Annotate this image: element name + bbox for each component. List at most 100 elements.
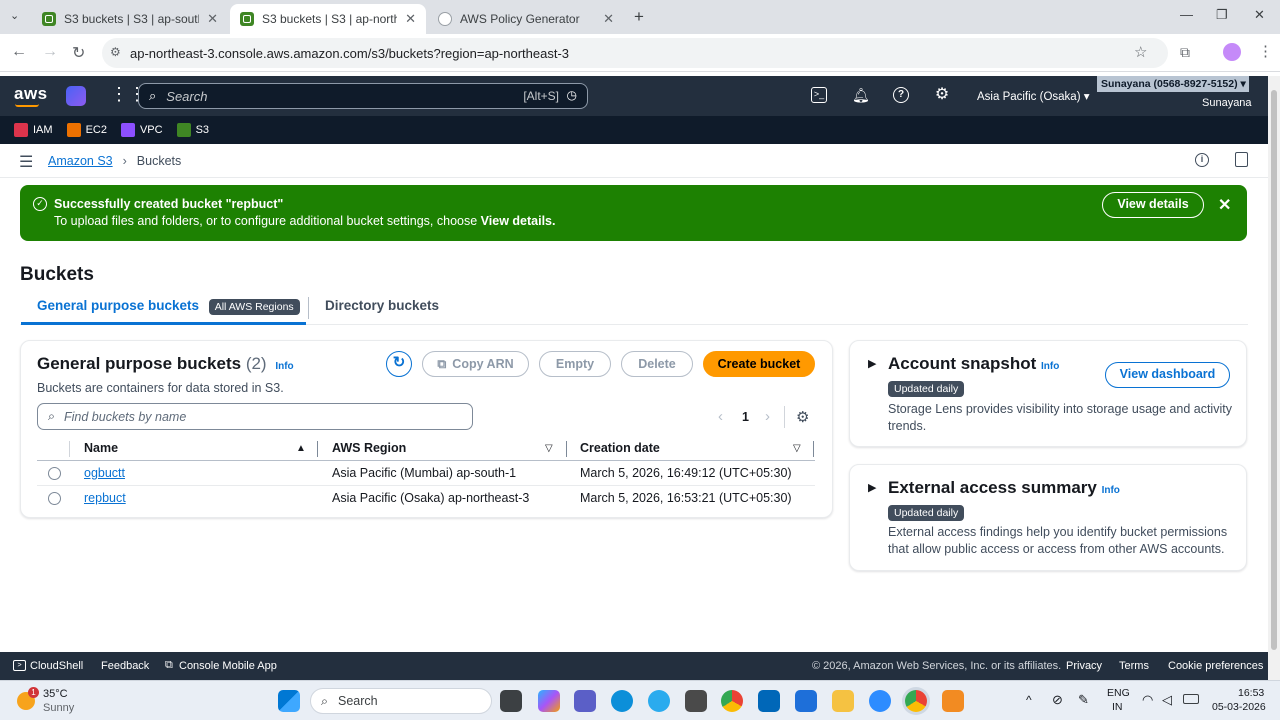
tray-chevron-icon[interactable]: ^ bbox=[1026, 693, 1032, 707]
wifi-icon[interactable]: ◠ bbox=[1142, 692, 1153, 708]
terms-link[interactable]: Terms bbox=[1119, 660, 1149, 672]
aws-logo[interactable]: aws bbox=[14, 84, 48, 104]
zoom-icon[interactable] bbox=[869, 690, 891, 712]
refresh-button[interactable]: ↻ bbox=[386, 351, 412, 377]
network-off-icon[interactable]: ⊘ bbox=[1052, 692, 1063, 708]
empty-button[interactable]: Empty bbox=[539, 351, 611, 377]
column-header-region[interactable]: AWS Region bbox=[332, 441, 406, 455]
hamburger-menu-icon[interactable]: ☰ bbox=[19, 152, 33, 172]
bookmark-star-icon[interactable]: ☆ bbox=[1134, 43, 1147, 61]
bucket-name-link[interactable]: repbuct bbox=[84, 491, 126, 505]
battery-icon[interactable] bbox=[1183, 694, 1199, 704]
maximize-icon[interactable]: ❐ bbox=[1216, 7, 1228, 23]
user-name[interactable]: Sunayana bbox=[1202, 97, 1252, 109]
side-panel-toggle-icon[interactable] bbox=[1235, 152, 1248, 167]
browser-tab-1[interactable]: S3 buckets | S3 | ap-south-1 ✕ bbox=[32, 4, 228, 34]
delete-button[interactable]: Delete bbox=[621, 351, 693, 377]
sort-icon[interactable]: ▽ bbox=[793, 443, 801, 454]
account-menu[interactable]: Sunayana (0568-8927-5152) ▾ bbox=[1097, 76, 1249, 92]
chrome-icon[interactable] bbox=[721, 690, 743, 712]
breadcrumb-amazon-s3[interactable]: Amazon S3 bbox=[48, 154, 113, 168]
url-field[interactable]: ⚙ ap-northeast-3.console.aws.amazon.com/… bbox=[102, 38, 1168, 68]
code-editor-icon[interactable] bbox=[795, 690, 817, 712]
dismiss-flash-close-icon[interactable]: ✕ bbox=[1218, 195, 1231, 215]
tab-directory-buckets[interactable]: Directory buckets bbox=[325, 298, 439, 313]
teams-icon[interactable] bbox=[574, 690, 596, 712]
forward-icon[interactable]: → bbox=[42, 43, 58, 61]
clock-time[interactable]: 16:53 bbox=[1238, 687, 1264, 699]
cloudshell-icon[interactable]: >_ bbox=[811, 87, 827, 103]
app-icon[interactable] bbox=[685, 690, 707, 712]
privacy-link[interactable]: Privacy bbox=[1066, 660, 1102, 672]
search-history-icon[interactable]: ◷ bbox=[567, 88, 577, 102]
favorite-vpc[interactable]: VPC bbox=[120, 123, 163, 137]
notifications-bell-icon[interactable]: 🔔︎ bbox=[852, 87, 870, 103]
favorite-ec2[interactable]: EC2 bbox=[66, 123, 107, 137]
table-row[interactable]: repbuct Asia Pacific (Osaka) ap-northeas… bbox=[37, 487, 815, 512]
sort-ascending-icon[interactable]: ▲ bbox=[296, 443, 306, 454]
row-select-radio[interactable] bbox=[48, 492, 61, 505]
info-link[interactable]: Info bbox=[1102, 485, 1120, 496]
notes-app-icon[interactable] bbox=[942, 690, 964, 712]
table-row[interactable]: ogbuctt Asia Pacific (Mumbai) ap-south-1… bbox=[37, 461, 815, 486]
row-select-radio[interactable] bbox=[48, 467, 61, 480]
page-scrollbar[interactable] bbox=[1268, 76, 1280, 680]
view-details-button[interactable]: View details bbox=[1102, 192, 1204, 218]
info-link[interactable]: Info bbox=[275, 361, 293, 372]
chrome-active-icon[interactable] bbox=[905, 690, 927, 712]
info-link[interactable]: Info bbox=[1041, 361, 1059, 372]
column-header-name[interactable]: Name bbox=[84, 441, 118, 455]
settings-gear-icon[interactable]: ⚙ bbox=[934, 87, 950, 103]
help-icon[interactable]: ? bbox=[893, 87, 909, 103]
sort-icon[interactable]: ▽ bbox=[545, 443, 553, 454]
amazon-q-icon[interactable] bbox=[66, 86, 86, 106]
file-explorer-icon[interactable] bbox=[832, 690, 854, 712]
tab-search-chevron-icon[interactable]: ⌄ bbox=[10, 9, 19, 22]
copilot-icon[interactable] bbox=[538, 690, 560, 712]
region-selector[interactable]: Asia Pacific (Osaka) ▾ bbox=[977, 89, 1090, 103]
feedback-link[interactable]: Feedback bbox=[101, 660, 149, 672]
cookie-preferences-link[interactable]: Cookie preferences bbox=[1168, 660, 1263, 672]
expand-caret-icon[interactable]: ▶ bbox=[868, 357, 876, 370]
telegram-icon[interactable] bbox=[648, 690, 670, 712]
bucket-name-link[interactable]: ogbuctt bbox=[84, 466, 125, 480]
reload-icon[interactable]: ↻ bbox=[72, 43, 85, 63]
new-tab-icon[interactable]: + bbox=[634, 7, 644, 27]
close-tab-icon[interactable]: ✕ bbox=[603, 11, 614, 27]
close-tab-icon[interactable]: ✕ bbox=[405, 11, 416, 27]
pen-icon[interactable]: ✎ bbox=[1078, 692, 1089, 708]
volume-icon[interactable]: ◁ bbox=[1162, 692, 1172, 708]
browser-menu-icon[interactable]: ⋮ bbox=[1258, 42, 1273, 60]
windows-start-icon[interactable] bbox=[278, 690, 300, 712]
taskbar-search[interactable]: ⌕ Search bbox=[310, 688, 492, 714]
view-dashboard-button[interactable]: View dashboard bbox=[1105, 362, 1230, 388]
column-header-creation-date[interactable]: Creation date bbox=[580, 441, 660, 455]
browser-tab-2-active[interactable]: S3 buckets | S3 | ap-northeast-3 ✕ bbox=[230, 4, 426, 34]
console-mobile-app-link[interactable]: Console Mobile App bbox=[179, 660, 277, 672]
next-page-chevron-icon[interactable]: › bbox=[765, 408, 770, 425]
favorite-iam[interactable]: IAM bbox=[14, 123, 53, 137]
task-view-icon[interactable] bbox=[500, 690, 522, 712]
favorite-s3[interactable]: S3 bbox=[176, 123, 209, 137]
extensions-icon[interactable]: ⧉ bbox=[1180, 44, 1190, 61]
current-page-number[interactable]: 1 bbox=[742, 410, 749, 424]
language-primary[interactable]: ENG bbox=[1107, 687, 1130, 699]
close-window-icon[interactable]: ✕ bbox=[1254, 7, 1265, 23]
minimize-icon[interactable]: — bbox=[1180, 7, 1193, 22]
find-buckets-input[interactable]: ⌕ Find buckets by name bbox=[37, 403, 473, 430]
browser-tab-3[interactable]: AWS Policy Generator ✕ bbox=[428, 4, 624, 34]
site-info-icon[interactable]: ⚙ bbox=[110, 45, 121, 59]
store-icon[interactable] bbox=[758, 690, 780, 712]
create-bucket-button[interactable]: Create bucket bbox=[703, 351, 815, 377]
expand-caret-icon[interactable]: ▶ bbox=[868, 481, 876, 494]
cloudshell-link[interactable]: CloudShell bbox=[30, 660, 83, 672]
back-icon[interactable]: ← bbox=[11, 43, 27, 61]
global-search-input[interactable]: ⌕ Search [Alt+S] ◷ bbox=[138, 83, 588, 109]
copy-arn-button[interactable]: ⧉ Copy ARN bbox=[422, 351, 529, 377]
prev-page-chevron-icon[interactable]: ‹ bbox=[718, 408, 723, 425]
table-preferences-gear-icon[interactable]: ⚙ bbox=[796, 408, 809, 426]
info-panel-icon[interactable]: i bbox=[1195, 153, 1209, 167]
profile-avatar[interactable] bbox=[1223, 43, 1241, 61]
tab-general-purpose[interactable]: General purpose buckets All AWS Regions bbox=[21, 293, 306, 325]
edge-icon[interactable] bbox=[611, 690, 633, 712]
